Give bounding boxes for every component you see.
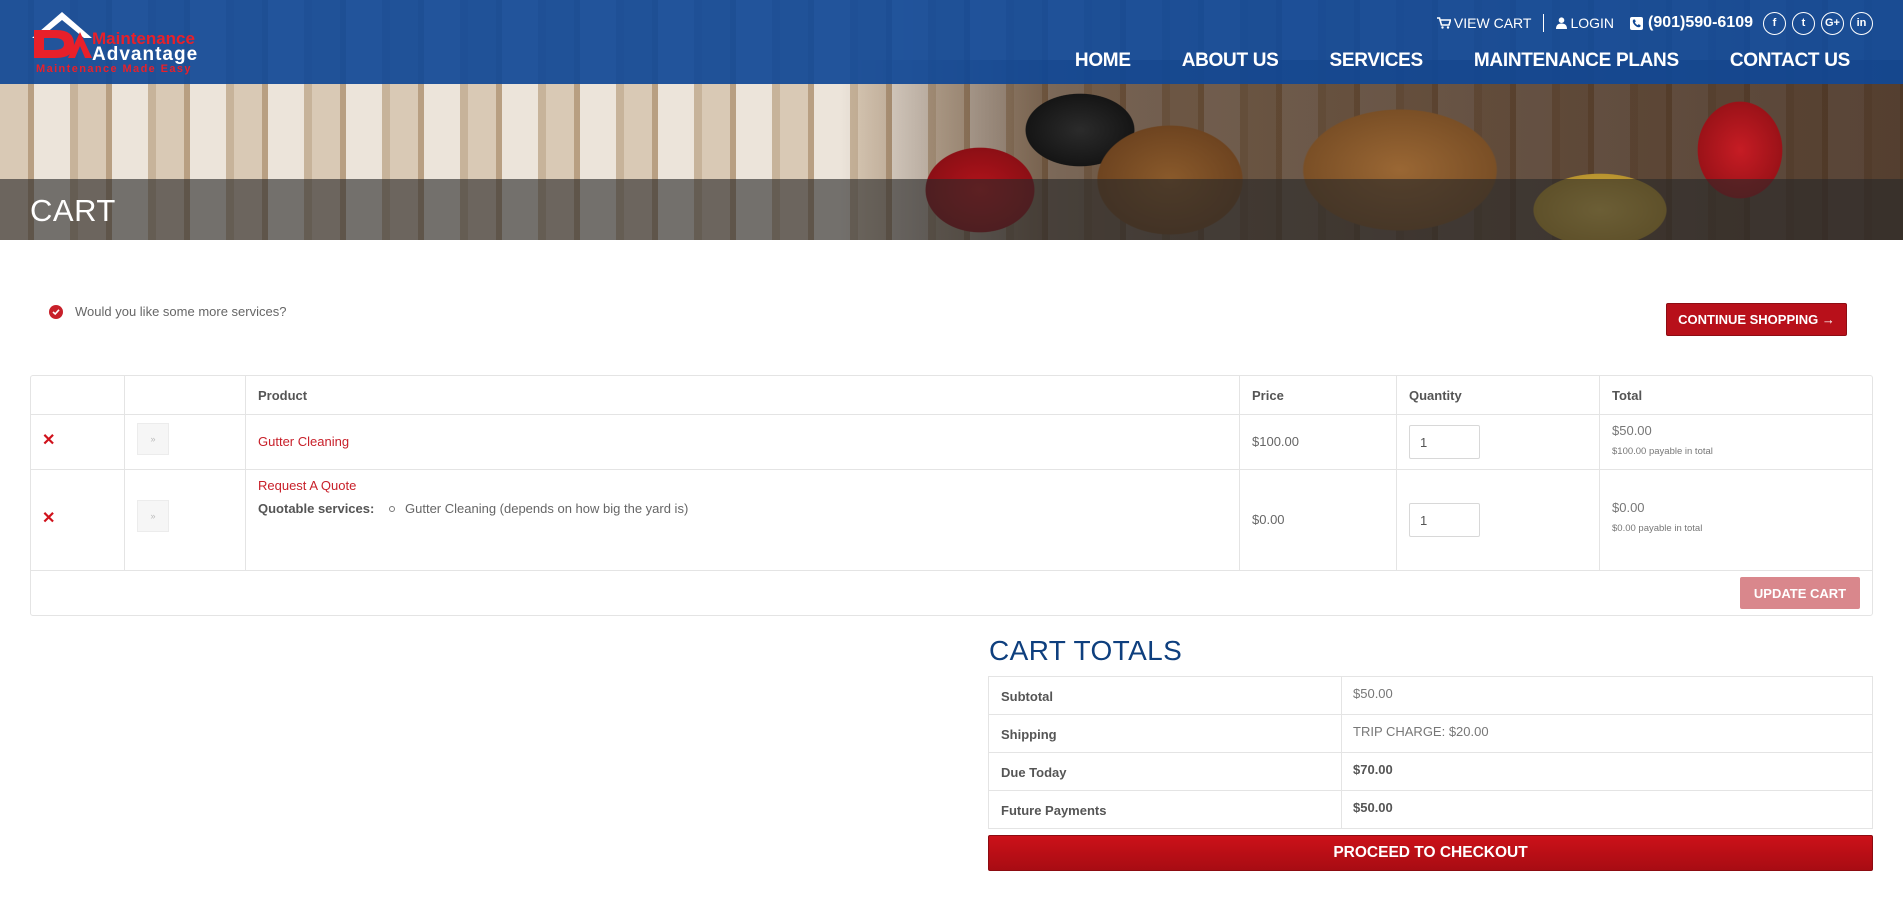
row-divider — [31, 570, 1872, 571]
shipping-label: Shipping — [1001, 727, 1057, 742]
column-divider — [1396, 376, 1397, 570]
continue-shopping-button[interactable]: CONTINUE SHOPPING → — [1666, 303, 1847, 336]
notice-message: Would you like some more services? — [75, 304, 287, 319]
product-link[interactable]: Gutter Cleaning — [258, 434, 349, 449]
item-price: $0.00 — [1252, 512, 1285, 527]
due-today-value: $70.00 — [1353, 762, 1393, 777]
utility-separator — [1543, 14, 1545, 32]
remove-item-icon[interactable]: ✕ — [42, 433, 55, 449]
quantity-input[interactable] — [1409, 425, 1480, 459]
quotable-service-text: Gutter Cleaning (depends on how big the … — [405, 501, 689, 516]
item-total: $50.00 — [1612, 423, 1652, 438]
row-divider — [989, 714, 1872, 715]
utility-bar: VIEW CART LOGIN (901)590-6109 f t G+ in — [1436, 11, 1873, 35]
item-total: $0.00 — [1612, 500, 1645, 515]
check-circle-icon — [49, 304, 63, 319]
house-logo-icon — [32, 12, 92, 58]
cart-totals-title: CART TOTALS — [989, 635, 1183, 666]
social-links: f t G+ in — [1763, 11, 1873, 35]
quotable-service-item: Gutter Cleaning (depends on how big the … — [389, 501, 688, 516]
product-thumbnail[interactable]: » — [137, 423, 169, 455]
header-total: Total — [1612, 388, 1643, 403]
nav-home[interactable]: HOME — [1075, 50, 1131, 72]
view-cart-label: VIEW CART — [1453, 15, 1532, 31]
site-header: Maintenance Advantage Maintenance Made E… — [0, 0, 1903, 84]
site-logo[interactable]: Maintenance Advantage Maintenance Made E… — [30, 8, 210, 76]
main-nav: HOME ABOUT US SERVICES MAINTENANCE PLANS… — [1075, 50, 1850, 72]
product-thumbnail[interactable]: » — [137, 500, 169, 532]
list-bullet — [389, 505, 395, 512]
logo-tagline: Maintenance Made Easy — [36, 63, 192, 75]
column-divider — [1599, 376, 1600, 570]
nav-services[interactable]: SERVICES — [1330, 50, 1424, 72]
future-payments-label: Future Payments — [1001, 803, 1107, 818]
nav-maintenance-plans[interactable]: MAINTENANCE PLANS — [1474, 50, 1679, 72]
phone-icon — [1630, 16, 1644, 30]
nav-contact-us[interactable]: CONTACT US — [1730, 50, 1850, 72]
item-total-note: $100.00 payable in total — [1612, 446, 1713, 457]
header-quantity: Quantity — [1409, 388, 1462, 403]
item-total-note: $0.00 payable in total — [1612, 523, 1703, 534]
row-divider — [989, 790, 1872, 791]
cart-icon — [1436, 17, 1451, 29]
facebook-icon[interactable]: f — [1763, 11, 1786, 35]
user-icon — [1556, 17, 1568, 29]
future-payments-value: $50.00 — [1353, 800, 1393, 815]
twitter-icon[interactable]: t — [1792, 11, 1815, 35]
quantity-input[interactable] — [1409, 503, 1480, 537]
phone-number: (901)590-6109 — [1648, 14, 1753, 31]
login-label: LOGIN — [1570, 15, 1615, 31]
header-product: Product — [258, 388, 308, 403]
page-title: CART — [30, 193, 116, 228]
quotable-services-label: Quotable services: — [258, 501, 375, 516]
subtotal-label: Subtotal — [1001, 689, 1053, 704]
page-title-bar: CART — [0, 179, 1903, 240]
subtotal-value: $50.00 — [1353, 686, 1393, 701]
phone-link[interactable]: (901)590-6109 — [1630, 14, 1753, 32]
view-cart-link[interactable]: VIEW CART — [1436, 15, 1532, 31]
column-divider — [124, 376, 125, 570]
row-divider — [989, 752, 1872, 753]
logo-line2: Advantage — [92, 44, 199, 65]
nav-about-us[interactable]: ABOUT US — [1182, 50, 1279, 72]
remove-item-icon[interactable]: ✕ — [42, 511, 55, 527]
row-divider — [31, 414, 1872, 415]
cart-totals-table: Subtotal $50.00 Shipping TRIP CHARGE: $2… — [988, 676, 1873, 829]
item-price: $100.00 — [1252, 434, 1299, 449]
google-plus-icon[interactable]: G+ — [1821, 11, 1844, 35]
shipping-value: TRIP CHARGE: $20.00 — [1353, 724, 1489, 739]
hero-banner: Maintenance Advantage Maintenance Made E… — [0, 0, 1903, 240]
column-divider — [245, 376, 246, 570]
proceed-to-checkout-button[interactable]: PROCEED TO CHECKOUT — [988, 835, 1873, 871]
row-divider — [31, 469, 1872, 470]
login-link[interactable]: LOGIN — [1556, 15, 1614, 31]
update-cart-button[interactable]: UPDATE CART — [1740, 577, 1860, 609]
header-price: Price — [1252, 388, 1284, 403]
cart-table: Product Price Quantity Total ✕ » Gutter … — [30, 375, 1873, 616]
cart-notice: Would you like some more services? — [49, 304, 286, 319]
linkedin-icon[interactable]: in — [1850, 11, 1873, 35]
due-today-label: Due Today — [1001, 765, 1067, 780]
column-divider — [1239, 376, 1240, 570]
product-link[interactable]: Request A Quote — [258, 478, 356, 493]
